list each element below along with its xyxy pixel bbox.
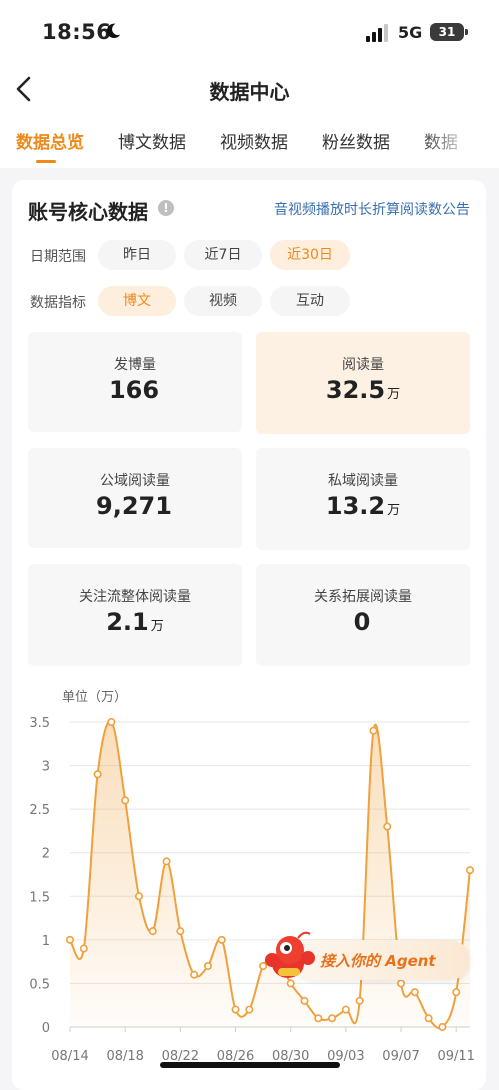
chart-data-point xyxy=(231,1005,240,1014)
metric-value: 166 xyxy=(108,376,160,404)
chart-data-point xyxy=(217,935,226,944)
chart-plot: 00.511.522.533.508/14 08/18 08/22 08/26 08/3… xyxy=(29,716,475,1064)
date-chip-7days[interactable]: 近7日 xyxy=(184,240,262,270)
x-tick-label: 08/18 xyxy=(106,1049,143,1064)
tab-video-data[interactable]: 视频数据 xyxy=(220,128,288,153)
status-time: 18:56 xyxy=(42,20,112,44)
chart-data-point xyxy=(355,996,364,1005)
home-indicator xyxy=(160,1062,340,1068)
moon-icon xyxy=(106,23,121,39)
chart-data-point xyxy=(341,1005,350,1014)
metric-label: 公域阅读量 xyxy=(100,473,170,489)
agent-label: 接入你的 Agent xyxy=(320,952,436,970)
chart-data-point xyxy=(383,822,392,831)
metric-label: 发博量 xyxy=(114,357,156,373)
metric-chip-post[interactable]: 博文 xyxy=(98,286,176,316)
chart-data-point xyxy=(162,857,171,866)
agent-floating-button[interactable]: 接入你的 Agent xyxy=(258,928,474,990)
battery-icon: 31 xyxy=(430,23,468,41)
chart-data-point xyxy=(93,770,102,779)
chart-data-point xyxy=(148,927,157,936)
tab-post-data[interactable]: 博文数据 xyxy=(118,128,186,153)
chart-data-point xyxy=(465,866,474,875)
chart-data-point xyxy=(203,961,212,970)
nav-bar: 数据中心 xyxy=(0,66,499,114)
chart-data-point xyxy=(300,996,309,1005)
metric-relation-reads[interactable]: 关系拓展阅读量 0 xyxy=(256,564,470,666)
metric-reads[interactable]: 阅读量 32.5 万 xyxy=(256,332,470,434)
metric-value: 32.5 万 xyxy=(325,376,401,404)
y-tick-label: 3 xyxy=(42,760,50,775)
metric-label: 关注流整体阅读量 xyxy=(79,589,191,605)
metric-follow-feed-reads[interactable]: 关注流整体阅读量 2.1 万 xyxy=(28,564,242,666)
y-tick-label: 0 xyxy=(42,1021,50,1036)
metric-public-reads[interactable]: 公域阅读量 9,271 xyxy=(28,448,242,548)
y-tick-label: 2.5 xyxy=(29,803,50,818)
x-tick-label: 09/07 xyxy=(382,1049,419,1064)
metric-post-count[interactable]: 发博量 166 xyxy=(28,332,242,432)
card-title: 账号核心数据 xyxy=(28,200,148,224)
metric-chip-video[interactable]: 视频 xyxy=(184,286,262,316)
metric-type-label: 数据指标 xyxy=(30,295,86,311)
y-tick-label: 3.5 xyxy=(29,716,50,731)
tab-fans-data[interactable]: 粉丝数据 xyxy=(322,128,390,153)
y-tick-label: 2 xyxy=(42,847,50,862)
x-tick-label: 08/14 xyxy=(51,1049,88,1064)
chart-data-point xyxy=(65,935,74,944)
tab-overview[interactable]: 数据总览 xyxy=(16,128,84,153)
date-chip-yesterday[interactable]: 昨日 xyxy=(98,240,176,270)
signal-icon xyxy=(366,24,388,42)
reads-trend-chart: 单位（万） 0 0.5 1 1.5 2 2.5 3 3.5 08/14 08/18 08/22 08/… xyxy=(12,680,486,1080)
page-title: 数据中心 xyxy=(209,80,290,104)
metric-label: 阅读量 xyxy=(342,357,384,373)
chart-data-point xyxy=(190,970,199,979)
info-icon[interactable]: ! xyxy=(158,200,174,216)
status-bar: 18:56 5G 31 xyxy=(0,0,499,66)
metric-value: 2.1 万 xyxy=(106,608,164,636)
metric-chip-interaction[interactable]: 互动 xyxy=(270,286,350,316)
tab-fade xyxy=(419,128,499,154)
chart-data-point xyxy=(134,892,143,901)
metric-value: 13.2 万 xyxy=(325,492,401,520)
chart-data-point xyxy=(107,717,116,726)
chart-data-point xyxy=(314,1014,323,1023)
chart-data-point xyxy=(121,796,130,805)
metric-private-reads[interactable]: 私域阅读量 13.2 万 xyxy=(256,448,470,550)
chart-data-point xyxy=(328,1014,337,1023)
y-tick-label: 1 xyxy=(42,934,50,949)
chart-unit-label: 单位（万） xyxy=(62,690,128,705)
date-chip-30days[interactable]: 近30日 xyxy=(270,240,350,270)
lobster-mascot-icon xyxy=(265,931,315,978)
y-tick-label: 0.5 xyxy=(29,977,50,992)
chart-data-point xyxy=(176,927,185,936)
metric-value: 0 xyxy=(353,608,371,636)
chart-data-point xyxy=(424,1014,433,1023)
chart-data-point xyxy=(245,1005,254,1014)
metric-label: 私域阅读量 xyxy=(328,473,398,489)
tab-bar: 数据总览 博文数据 视频数据 粉丝数据 数据 xyxy=(0,114,499,168)
chart-data-point xyxy=(79,944,88,953)
metric-value: 9,271 xyxy=(96,492,172,520)
metric-label: 关系拓展阅读量 xyxy=(314,589,412,605)
x-tick-label: 09/11 xyxy=(437,1049,474,1064)
notice-link[interactable]: 音视频播放时长折算阅读数公告 xyxy=(274,199,470,219)
network-type: 5G xyxy=(398,23,423,42)
active-tab-indicator xyxy=(36,160,56,163)
chart-data-point xyxy=(369,726,378,735)
chart-data-point xyxy=(438,1022,447,1031)
date-range-label: 日期范围 xyxy=(30,249,86,265)
y-tick-label: 1.5 xyxy=(29,890,50,905)
